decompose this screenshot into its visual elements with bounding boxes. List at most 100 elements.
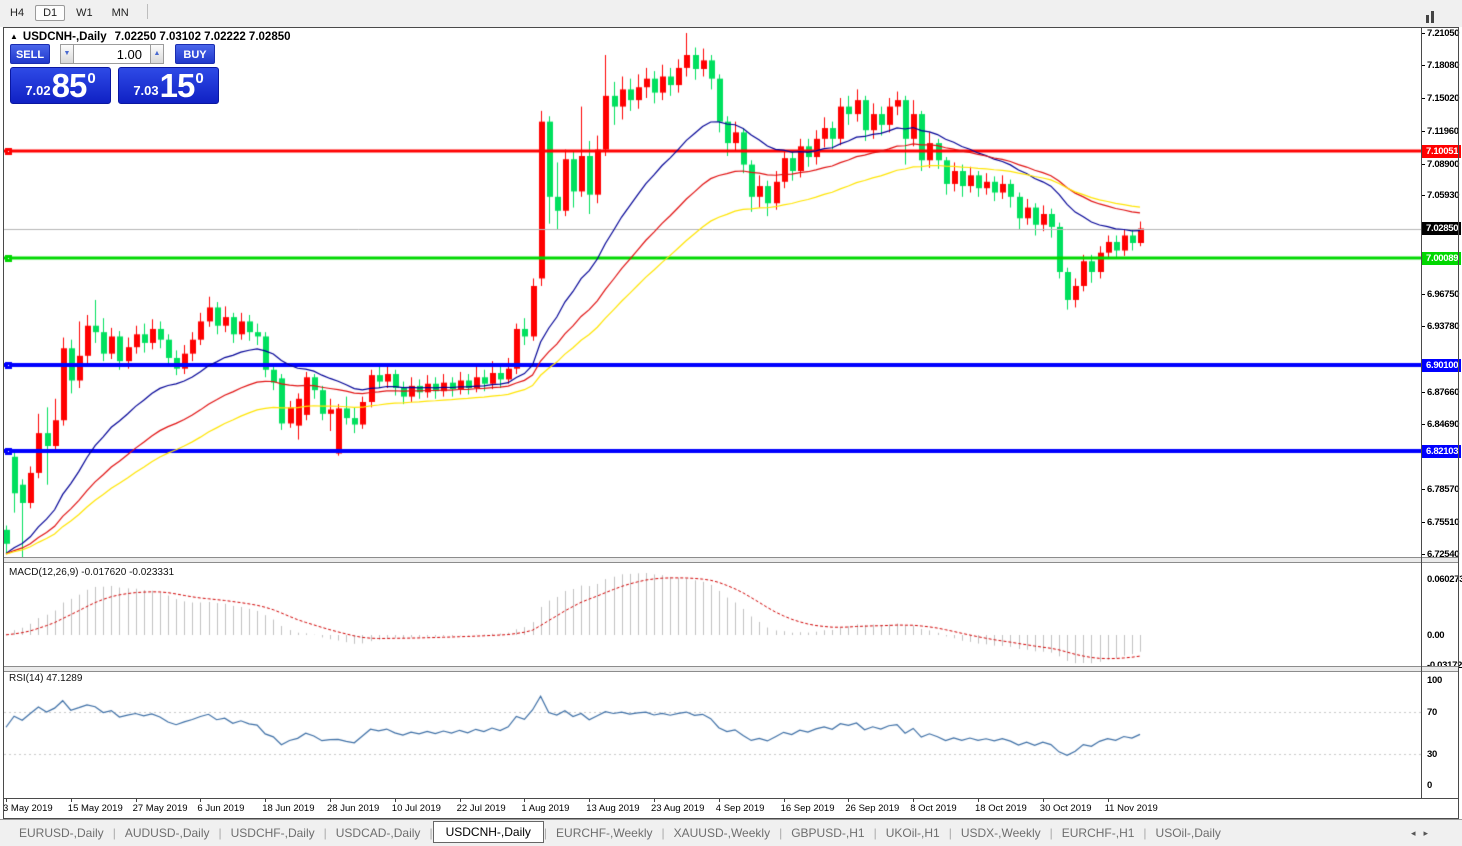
tab-scroll-right-icon[interactable]: ▸ bbox=[1423, 828, 1436, 838]
price-chart-canvas[interactable] bbox=[4, 29, 1421, 798]
date-label: 1 Aug 2019 bbox=[521, 803, 569, 814]
sell-price-box[interactable]: 7.02 85 0 bbox=[10, 67, 111, 104]
date-tick bbox=[136, 799, 137, 802]
date-tick bbox=[1043, 799, 1044, 802]
volume-input[interactable] bbox=[73, 44, 151, 64]
timeframe-button-w1[interactable]: W1 bbox=[68, 5, 101, 21]
level-price-badge: 6.90100 bbox=[1422, 359, 1461, 372]
sell-price-point: 0 bbox=[87, 70, 95, 87]
volume-decrease-button[interactable]: ▼ bbox=[60, 44, 74, 64]
date-tick bbox=[1108, 799, 1109, 802]
date-tick bbox=[589, 799, 590, 802]
timeframe-toolbar: H4D1W1MN bbox=[0, 0, 1462, 27]
date-label: 11 Nov 2019 bbox=[1105, 803, 1158, 814]
rsi-value: 47.1289 bbox=[46, 673, 82, 684]
price-tick: 6.93780 bbox=[1422, 321, 1460, 332]
date-tick bbox=[395, 799, 396, 802]
date-label: 28 Jun 2019 bbox=[327, 803, 379, 814]
date-tick bbox=[654, 799, 655, 802]
sell-price-major: 7.02 bbox=[25, 83, 50, 98]
sell-price-pips: 85 bbox=[52, 71, 87, 101]
price-tick: 6.84690 bbox=[1422, 419, 1460, 430]
tab-usdcnh-daily[interactable]: USDCNH-,Daily bbox=[433, 821, 544, 843]
terminal-window: H4D1W1MN ▲USDCNH-,Daily7.02250 7.03102 7… bbox=[0, 0, 1462, 846]
timeframe-button-mn[interactable]: MN bbox=[104, 5, 137, 21]
date-label: 15 May 2019 bbox=[68, 803, 123, 814]
date-label: 4 Sep 2019 bbox=[716, 803, 765, 814]
date-label: 3 May 2019 bbox=[3, 803, 53, 814]
price-tick: 7.15020 bbox=[1422, 93, 1460, 104]
tab-eurchf-weekly[interactable]: EURCHF-,Weekly bbox=[547, 824, 661, 842]
chart-tab-bar: EURUSD-,Daily|AUDUSD-,Daily|USDCHF-,Dail… bbox=[0, 819, 1462, 846]
price-tick: 7.21050 bbox=[1422, 28, 1460, 39]
tab-scroll-arrows[interactable]: ◂▸ bbox=[1411, 828, 1436, 839]
timeframe-button-d1[interactable]: D1 bbox=[35, 5, 65, 21]
date-tick bbox=[719, 799, 720, 802]
tab-usdx-weekly[interactable]: USDX-,Weekly bbox=[952, 824, 1050, 842]
buy-price-major: 7.03 bbox=[133, 83, 158, 98]
date-label: 16 Sep 2019 bbox=[781, 803, 835, 814]
date-label: 13 Aug 2019 bbox=[586, 803, 639, 814]
buy-price-pips: 15 bbox=[160, 71, 195, 101]
price-tick: 7.11960 bbox=[1422, 126, 1460, 137]
price-tick: 7.05930 bbox=[1422, 190, 1460, 201]
toolbar-divider bbox=[147, 4, 148, 19]
tab-xauusd-weekly[interactable]: XAUUSD-,Weekly bbox=[665, 824, 779, 842]
rsi-axis-label: 70 bbox=[1422, 707, 1461, 718]
date-label: 26 Sep 2019 bbox=[845, 803, 899, 814]
tab-usoil-daily[interactable]: USOil-,Daily bbox=[1147, 824, 1230, 842]
rsi-axis-label: 30 bbox=[1422, 749, 1461, 760]
date-tick bbox=[978, 799, 979, 802]
date-tick bbox=[265, 799, 266, 802]
axis-separator-line bbox=[1421, 28, 1422, 798]
date-label: 30 Oct 2019 bbox=[1040, 803, 1092, 814]
date-label: 27 May 2019 bbox=[133, 803, 188, 814]
current-price-badge: 7.02850 bbox=[1422, 222, 1461, 235]
timeframe-button-h4[interactable]: H4 bbox=[2, 5, 32, 21]
price-tick: 7.08900 bbox=[1422, 159, 1460, 170]
panel-separator[interactable] bbox=[4, 557, 1459, 563]
price-tick: 6.78570 bbox=[1422, 484, 1460, 495]
date-label: 18 Oct 2019 bbox=[975, 803, 1027, 814]
price-tick: 6.96750 bbox=[1422, 289, 1460, 300]
date-tick bbox=[71, 799, 72, 802]
tab-audusd-daily[interactable]: AUDUSD-,Daily bbox=[116, 824, 219, 842]
date-tick bbox=[330, 799, 331, 802]
date-label: 6 Jun 2019 bbox=[197, 803, 244, 814]
price-tick: 6.75510 bbox=[1422, 517, 1460, 528]
tab-ukoil-h1[interactable]: UKOil-,H1 bbox=[877, 824, 949, 842]
chart-bars-icon[interactable] bbox=[1426, 5, 1440, 17]
tab-usdcad-daily[interactable]: USDCAD-,Daily bbox=[327, 824, 430, 842]
volume-increase-button[interactable]: ▲ bbox=[150, 44, 164, 64]
tab-eurusd-daily[interactable]: EURUSD-,Daily bbox=[10, 824, 113, 842]
date-label: 18 Jun 2019 bbox=[262, 803, 314, 814]
level-price-badge: 7.10051 bbox=[1422, 145, 1461, 158]
collapse-arrow-icon[interactable]: ▲ bbox=[10, 32, 18, 41]
date-tick bbox=[200, 799, 201, 802]
sell-button[interactable]: SELL bbox=[10, 44, 50, 64]
panel-separator[interactable] bbox=[4, 666, 1459, 672]
buy-button[interactable]: BUY bbox=[175, 44, 215, 64]
date-tick bbox=[784, 799, 785, 802]
tab-gbpusd-h1[interactable]: GBPUSD-,H1 bbox=[782, 824, 873, 842]
date-axis[interactable]: 3 May 2019 15 May 2019 27 May 2019 6 Jun 20… bbox=[4, 799, 1421, 818]
date-label: 23 Aug 2019 bbox=[651, 803, 704, 814]
rsi-axis-label: 100 bbox=[1422, 675, 1461, 686]
date-label: 22 Jul 2019 bbox=[457, 803, 506, 814]
tab-eurchf-h1[interactable]: EURCHF-,H1 bbox=[1053, 824, 1144, 842]
tab-scroll-left-icon[interactable]: ◂ bbox=[1411, 828, 1424, 838]
price-tick: 7.18080 bbox=[1422, 60, 1460, 71]
level-price-badge: 6.82103 bbox=[1422, 445, 1461, 458]
date-tick bbox=[460, 799, 461, 802]
chart-ohlc-values: 7.02250 7.03102 7.02222 7.02850 bbox=[115, 31, 291, 43]
macd-axis-label: 0.00 bbox=[1422, 630, 1461, 641]
level-price-badge: 7.00089 bbox=[1422, 252, 1461, 265]
tab-usdchf-daily[interactable]: USDCHF-,Daily bbox=[222, 824, 324, 842]
buy-price-box[interactable]: 7.03 15 0 bbox=[118, 67, 219, 104]
chart-title: ▲USDCNH-,Daily7.02250 7.03102 7.02222 7.… bbox=[10, 31, 291, 43]
date-tick bbox=[913, 799, 914, 802]
date-tick bbox=[524, 799, 525, 802]
price-tick: 6.87660 bbox=[1422, 387, 1460, 398]
date-tick bbox=[6, 799, 7, 802]
macd-axis-label: 0.060273 bbox=[1422, 574, 1461, 585]
